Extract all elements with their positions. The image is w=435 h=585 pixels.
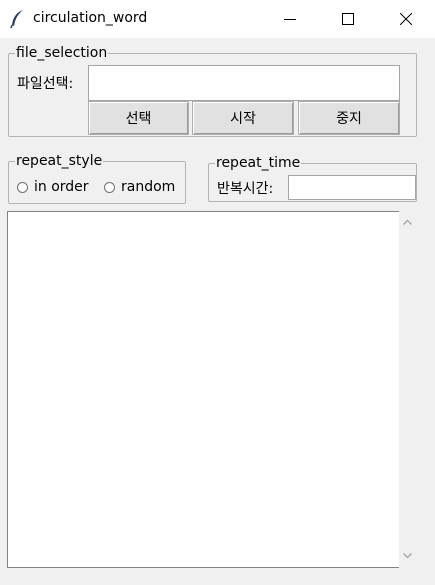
scroll-up-icon[interactable] <box>402 217 413 228</box>
minimize-button[interactable] <box>261 0 319 38</box>
radio-in-order-label: in order <box>34 179 89 195</box>
close-button[interactable] <box>377 0 435 38</box>
window-title: circulation_word <box>33 10 148 26</box>
vertical-scrollbar[interactable] <box>399 211 416 568</box>
repeat-time-input[interactable] <box>288 175 416 200</box>
repeat-time-label: 반복시간: <box>217 181 274 197</box>
radio-random-circle[interactable] <box>104 181 115 193</box>
radio-in-order-circle[interactable] <box>17 181 28 193</box>
file-path-input[interactable] <box>88 65 400 101</box>
file-select-label: 파일선택: <box>17 76 74 92</box>
repeat-style-legend: repeat_style <box>16 153 103 169</box>
close-icon <box>400 13 412 25</box>
repeat-time-legend: repeat_time <box>216 155 301 171</box>
file-selection-legend: file_selection <box>16 45 108 61</box>
radio-random[interactable]: random <box>104 179 175 195</box>
minimize-icon <box>284 19 296 20</box>
output-textarea[interactable] <box>7 211 399 568</box>
feather-icon <box>10 10 23 29</box>
maximize-icon <box>342 13 354 25</box>
start-button[interactable]: 시작 <box>192 101 294 135</box>
scroll-down-icon[interactable] <box>402 550 413 561</box>
maximize-button[interactable] <box>319 0 377 38</box>
title-bar: circulation_word <box>0 0 435 38</box>
stop-button[interactable]: 중지 <box>298 101 400 135</box>
radio-random-label: random <box>121 179 176 195</box>
radio-in-order[interactable]: in order <box>17 179 89 195</box>
select-button[interactable]: 선택 <box>88 101 189 135</box>
